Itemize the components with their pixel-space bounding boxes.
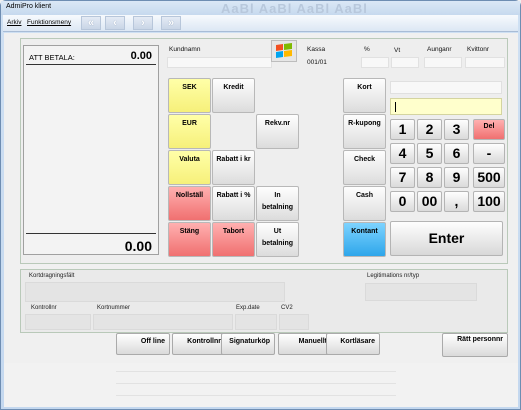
kort-button[interactable]: Kort — [343, 78, 386, 113]
payment-area: ATT BETALA: 0.00 0.00 Kundnamn Kassa 001… — [20, 38, 508, 264]
card-input-field[interactable] — [390, 81, 502, 94]
key-6[interactable]: 6 — [444, 143, 469, 164]
signaturkop-button[interactable]: Signaturköp — [221, 333, 275, 355]
ut-betalning-button[interactable]: Ut betalning — [256, 222, 299, 257]
kvittonr-field — [465, 57, 505, 68]
pay-amount: 0.00 — [130, 50, 152, 62]
percent-field — [361, 57, 389, 68]
title-bar: AdmiPro klient AaBl AaBl AaBl AaBl — [1, 1, 520, 16]
rabatt-kr-button[interactable]: Rabatt i kr — [212, 150, 255, 185]
sek-button[interactable]: SEK — [168, 78, 211, 113]
legitimation-field[interactable] — [365, 283, 477, 301]
stang-button[interactable]: Stäng — [168, 222, 211, 257]
payment-summary: ATT BETALA: 0.00 0.00 — [23, 45, 159, 255]
key-7[interactable]: 7 — [390, 167, 415, 188]
aunganr-field — [424, 57, 462, 68]
legitimation-label: Legitimations nr/typ — [367, 273, 420, 279]
card-swipe-field[interactable] — [25, 282, 285, 302]
menu-arkiv[interactable]: Arkiv — [7, 19, 21, 26]
window-title: AdmiPro klient — [6, 3, 52, 10]
key-2[interactable]: 2 — [417, 119, 442, 140]
nollstall-button[interactable]: Nollställ — [168, 186, 211, 221]
next-record-icon[interactable]: › — [133, 16, 153, 30]
key-3[interactable]: 3 — [444, 119, 469, 140]
offline-button[interactable]: Off line — [116, 333, 170, 355]
kundnamn-field — [167, 57, 272, 68]
valuta-button[interactable]: Valuta — [168, 150, 211, 185]
footer-area — [4, 363, 518, 407]
ratt-personnr-button[interactable]: Rätt personnr — [442, 333, 508, 357]
kassa-label: Kassa — [307, 46, 326, 53]
kortlasare-button[interactable]: Kortläsare — [326, 333, 380, 355]
in-betalning-button[interactable]: In betalning — [256, 186, 299, 221]
key-00[interactable]: 00 — [417, 191, 442, 212]
previous-record-icon[interactable]: ‹ — [105, 16, 125, 30]
key-4[interactable]: 4 — [390, 143, 415, 164]
total-amount: 0.00 — [124, 238, 152, 254]
key-100[interactable]: 100 — [473, 191, 505, 212]
kontant-button[interactable]: Kontant — [343, 222, 386, 257]
key-500[interactable]: 500 — [473, 167, 505, 188]
tabort-button[interactable]: Tabort — [212, 222, 255, 257]
card-panel: Kortdragningsfält Legitimations nr/typ K… — [20, 269, 508, 333]
expdate-label: Exp.date — [236, 305, 260, 311]
key-del[interactable]: Del — [473, 119, 505, 140]
kortdragning-label: Kortdragningsfält — [29, 273, 75, 279]
key-comma[interactable]: , — [444, 191, 469, 212]
rabatt-pct-button[interactable]: Rabatt i % — [212, 186, 255, 221]
rkupong-button[interactable]: R-kupong — [343, 114, 386, 149]
app-window: AdmiPro klient AaBl AaBl AaBl AaBl Arkiv… — [0, 0, 521, 410]
cv2-label: CV2 — [281, 305, 293, 311]
check-button[interactable]: Check — [343, 150, 386, 185]
cash-button[interactable]: Cash — [343, 186, 386, 221]
enter-button[interactable]: Enter — [390, 221, 503, 256]
divider — [26, 64, 156, 65]
kundnamn-label: Kundnamn — [169, 46, 201, 53]
vat-label: Vt — [394, 47, 401, 54]
rekvnr-button[interactable]: Rekv.nr — [256, 114, 299, 149]
vat-field — [391, 57, 419, 68]
first-record-icon[interactable]: « — [81, 16, 101, 30]
eur-button[interactable]: EUR — [168, 114, 211, 149]
menu-bar: Arkiv Funktionsmeny « ‹ › » — [3, 15, 518, 32]
divider — [116, 395, 396, 396]
amount-input[interactable] — [390, 98, 502, 115]
kontrollnr-label: Kontrollnr — [31, 305, 57, 311]
kortnummer-label: Kortnummer — [97, 305, 131, 311]
key-5[interactable]: 5 — [417, 143, 442, 164]
key-0[interactable]: 0 — [390, 191, 415, 212]
percent-label: % — [364, 46, 370, 53]
title-background-text: AaBl AaBl AaBl AaBl — [221, 1, 368, 16]
kontrollnr-button[interactable]: Kontrollnr — [172, 333, 226, 355]
expdate-field[interactable] — [235, 314, 277, 330]
key-8[interactable]: 8 — [417, 167, 442, 188]
windows-logo-icon — [271, 40, 297, 62]
text-caret — [395, 102, 396, 112]
kontrollnr-field[interactable] — [25, 314, 91, 330]
main-content: ATT BETALA: 0.00 0.00 Kundnamn Kassa 001… — [4, 33, 518, 407]
aunganr-label: Aunganr — [427, 46, 452, 53]
key-minus[interactable]: - — [473, 143, 505, 164]
manuellt-button[interactable]: Manuellt — [278, 333, 332, 355]
key-1[interactable]: 1 — [390, 119, 415, 140]
pay-label: ATT BETALA: — [29, 53, 75, 62]
kassa-value: 001/01 — [307, 59, 327, 66]
key-9[interactable]: 9 — [444, 167, 469, 188]
divider — [26, 233, 156, 234]
divider — [116, 371, 396, 372]
kredit-button[interactable]: Kredit — [212, 78, 255, 113]
divider — [116, 383, 396, 384]
kortnummer-field[interactable] — [93, 314, 233, 330]
kvittonr-label: Kvittonr — [467, 46, 490, 53]
menu-funktionsmeny[interactable]: Funktionsmeny — [27, 19, 71, 26]
last-record-icon[interactable]: » — [161, 16, 181, 30]
cv2-field[interactable] — [279, 314, 309, 330]
